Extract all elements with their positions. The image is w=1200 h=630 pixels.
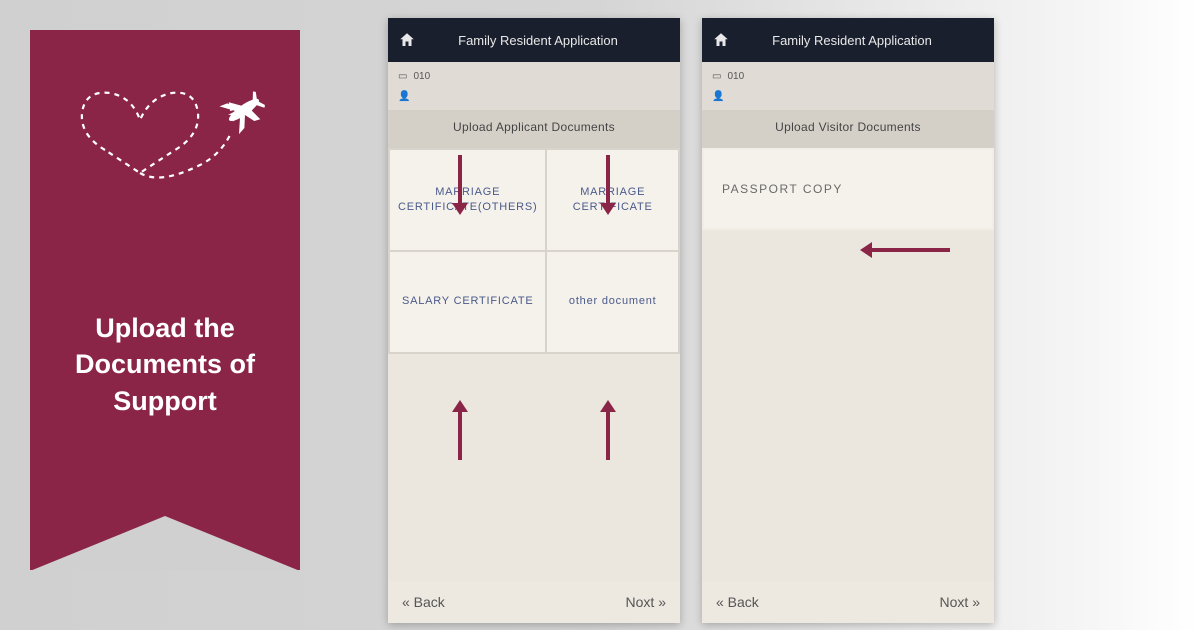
instruction-ribbon: Upload the Documents of Support <box>30 30 300 570</box>
tile-passport-copy[interactable]: PASSPORT COPY <box>704 150 992 228</box>
tile-marriage-cert[interactable]: MARRIAGE CERTIFICATE <box>547 150 678 250</box>
id-icon: ▭ <box>712 71 721 82</box>
phone-screenshot-applicant: Family Resident Application ▭ 010 👤 Uploa… <box>388 18 680 623</box>
back-button[interactable]: « Back <box>716 594 759 610</box>
heart-plane-graphic <box>60 65 270 195</box>
next-button[interactable]: Noxt » <box>940 594 980 610</box>
document-grid: MARRIAGE CERTIFICATE(OTHERS) MARRIAGE CE… <box>388 148 680 354</box>
footer-nav: « Back Noxt » <box>388 581 680 623</box>
next-button[interactable]: Noxt » <box>626 594 666 610</box>
person-icon: 👤 <box>712 91 724 102</box>
content-area <box>702 230 994 581</box>
tile-marriage-cert-others[interactable]: MARRIAGE CERTIFICATE(OTHERS) <box>390 150 545 250</box>
id-label: 010 <box>413 71 430 82</box>
home-icon[interactable] <box>398 31 416 49</box>
id-label: 010 <box>727 71 744 82</box>
section-heading: Upload Applicant Documents <box>388 110 680 148</box>
app-header: Family Resident Application <box>702 18 994 62</box>
id-bar: ▭ 010 👤 <box>388 62 680 110</box>
back-button[interactable]: « Back <box>402 594 445 610</box>
phone-screenshot-visitor: Family Resident Application ▭ 010 👤 Uploa… <box>702 18 994 623</box>
person-icon: 👤 <box>398 91 410 102</box>
content-area <box>388 354 680 581</box>
footer-nav: « Back Noxt » <box>702 581 994 623</box>
id-bar: ▭ 010 👤 <box>702 62 994 110</box>
app-title: Family Resident Application <box>426 33 670 48</box>
app-title: Family Resident Application <box>740 33 984 48</box>
section-heading: Upload Visitor Documents <box>702 110 994 148</box>
id-icon: ▭ <box>398 71 407 82</box>
tile-other-document[interactable]: other document <box>547 252 678 352</box>
app-header: Family Resident Application <box>388 18 680 62</box>
ribbon-text: Upload the Documents of Support <box>30 310 300 419</box>
home-icon[interactable] <box>712 31 730 49</box>
tile-salary-cert[interactable]: SALARY CERTIFICATE <box>390 252 545 352</box>
